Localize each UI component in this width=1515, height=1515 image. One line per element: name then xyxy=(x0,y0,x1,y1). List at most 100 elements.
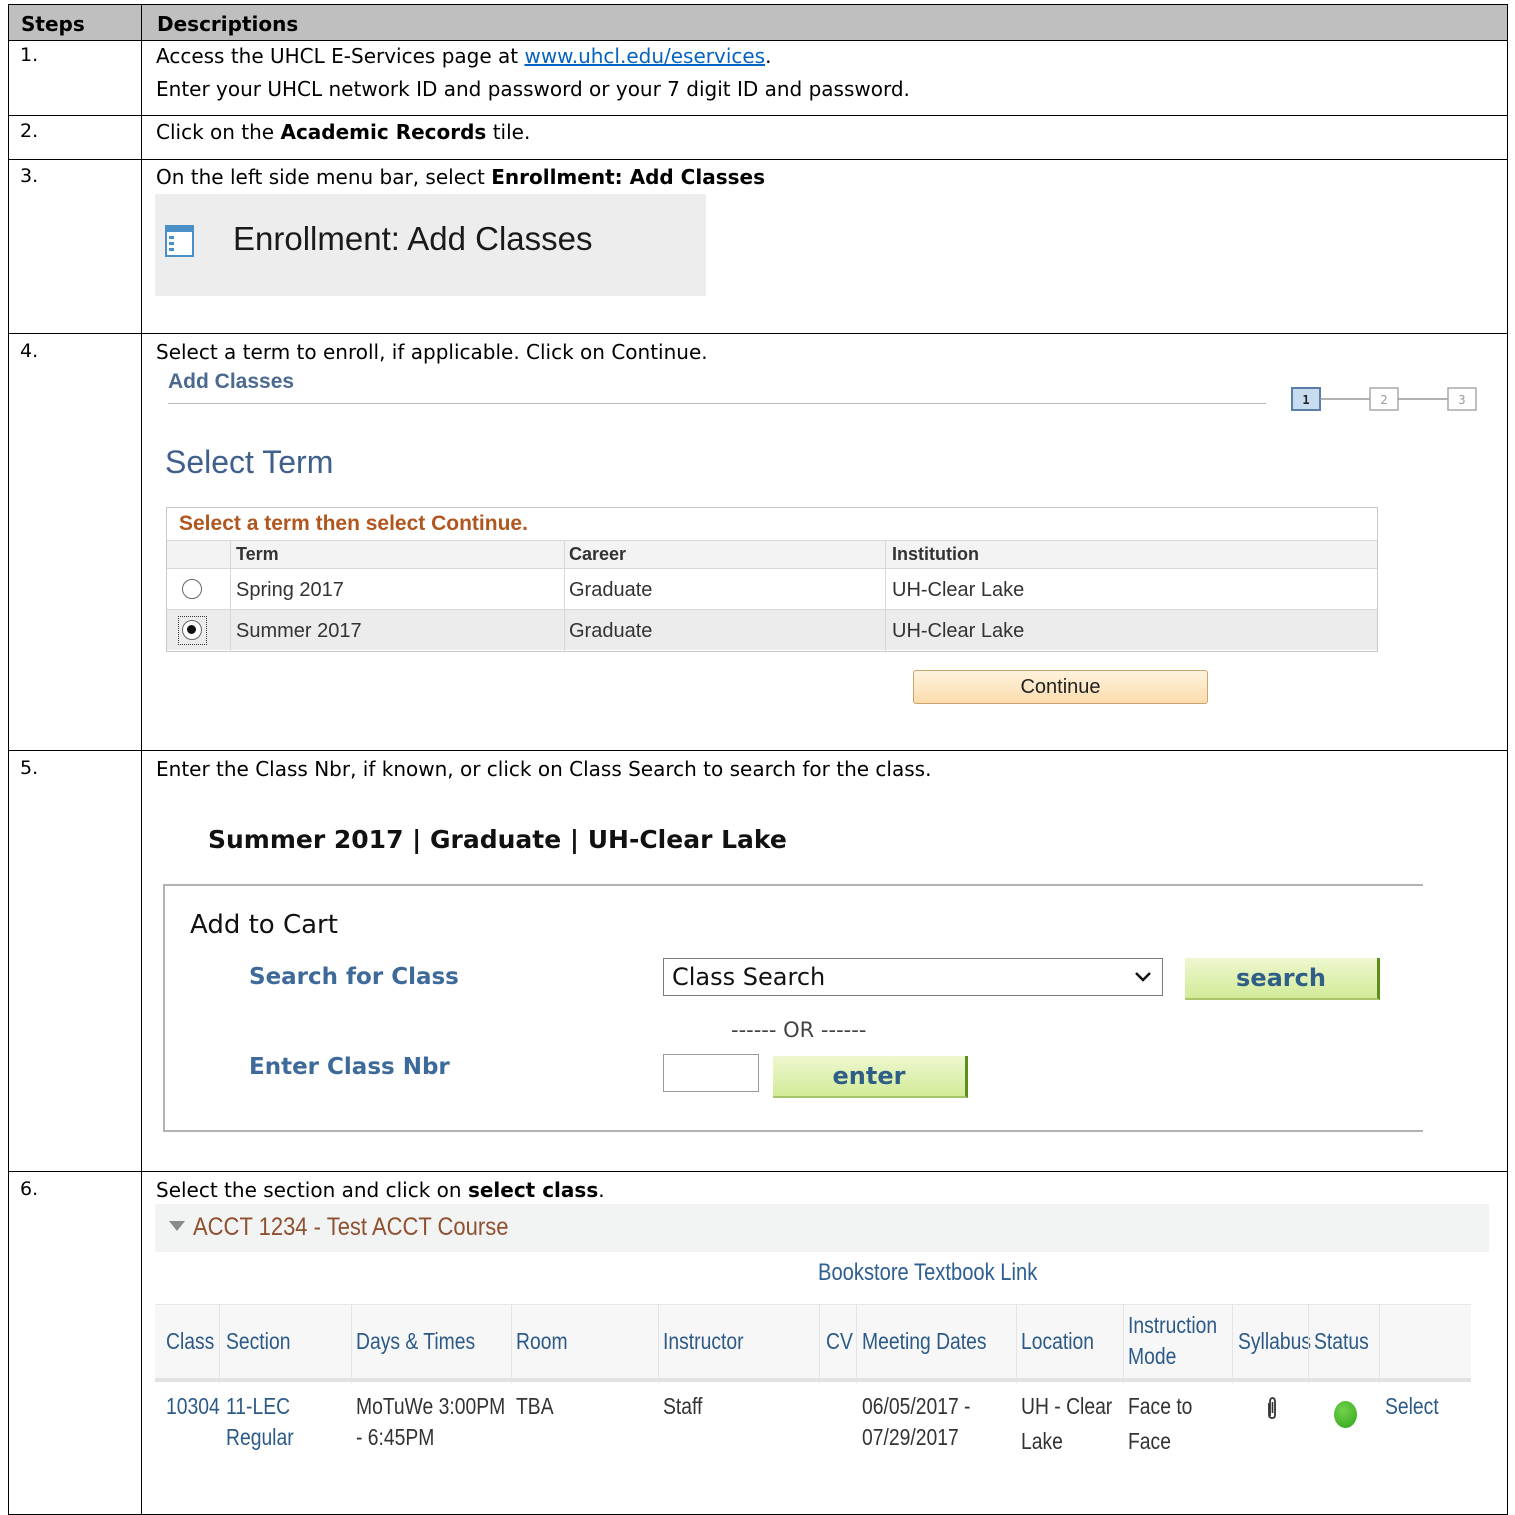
grid-column-header: Term Career Institution xyxy=(167,540,1377,568)
paperclip-icon[interactable] xyxy=(1266,1396,1279,1420)
syllabus-column-header: Syllabus xyxy=(1238,1328,1312,1354)
instructor-value: Staff xyxy=(663,1393,703,1419)
row-divider xyxy=(9,333,1507,334)
term-radio-summer-2017[interactable] xyxy=(182,620,202,640)
column-divider xyxy=(351,1305,352,1383)
room-value: TBA xyxy=(516,1393,554,1419)
step-progress-indicator: 1 2 3 xyxy=(1291,387,1477,411)
instruction-mode-column-header: Mode xyxy=(1128,1343,1177,1369)
term-grid: Select a term then select Continue. Term… xyxy=(166,507,1378,652)
term-radio-spring-2017[interactable] xyxy=(182,579,202,599)
chevron-down-icon xyxy=(1135,972,1151,982)
row-divider xyxy=(9,115,1507,116)
bookstore-textbook-link[interactable]: Bookstore Textbook Link xyxy=(818,1259,1037,1287)
column-divider xyxy=(856,1305,857,1383)
section-column-header: Section xyxy=(226,1328,291,1354)
collapse-triangle-icon[interactable] xyxy=(169,1221,185,1231)
term-summary: Summer 2017 | Graduate | UH-Clear Lake xyxy=(208,825,787,854)
section-link[interactable]: Regular xyxy=(226,1421,294,1453)
step-description: Select a term to enroll, if applicable. … xyxy=(156,340,708,364)
instructor-column-header: Instructor xyxy=(663,1328,744,1354)
column-divider xyxy=(141,5,142,1515)
column-divider xyxy=(819,1305,820,1383)
section-table-header: Class Section Days & Times Room Instruct… xyxy=(155,1304,1471,1383)
column-divider xyxy=(1232,1305,1233,1383)
career-column-header: Career xyxy=(569,544,627,564)
add-to-cart-panel: Add to Cart Search for Class Class Searc… xyxy=(163,884,1423,1132)
enter-button[interactable]: enter xyxy=(773,1056,968,1098)
enrollment-menu-item[interactable]: Enrollment: Add Classes xyxy=(155,194,706,296)
search-for-class-label: Search for Class xyxy=(249,964,459,990)
search-button[interactable]: search xyxy=(1185,958,1380,1000)
meeting-dates-value: 07/29/2017 xyxy=(862,1424,959,1450)
window-menu-icon xyxy=(165,225,194,257)
section-link[interactable]: 11-LEC xyxy=(226,1390,290,1422)
status-column-header: Status xyxy=(1314,1328,1369,1354)
days-times-value: - 6:45PM xyxy=(356,1424,435,1450)
step-description: Click on the Academic Records tile. xyxy=(156,120,531,144)
step-number: 6. xyxy=(20,1178,39,1200)
grid-column-divider xyxy=(564,540,565,652)
column-divider xyxy=(511,1305,512,1383)
meeting-dates-column-header: Meeting Dates xyxy=(862,1328,987,1354)
column-divider xyxy=(1379,1305,1380,1383)
enter-class-nbr-label: Enter Class Nbr xyxy=(249,1054,450,1080)
class-search-select[interactable]: Class Search xyxy=(663,958,1163,996)
grid-column-divider xyxy=(230,540,231,652)
enrollment-menu-label: Enrollment: Add Classes xyxy=(233,220,593,257)
institution-column-header: Institution xyxy=(892,544,979,564)
select-section-link[interactable]: Select xyxy=(1385,1390,1439,1422)
course-header[interactable]: ACCT 1234 - Test ACCT Course xyxy=(155,1204,1489,1252)
column-divider xyxy=(1016,1305,1017,1383)
table-header-row: Steps Descriptions xyxy=(9,5,1507,41)
grid-column-divider xyxy=(885,540,886,652)
column-divider xyxy=(1308,1305,1309,1383)
class-nbr-input[interactable] xyxy=(663,1054,759,1092)
step-indicator-2: 2 xyxy=(1380,393,1387,407)
or-separator: ------ OR ------ xyxy=(731,1018,867,1042)
cv-column-header: CV xyxy=(826,1328,853,1354)
row-divider xyxy=(9,1171,1507,1172)
grid-caption: Select a term then select Continue. xyxy=(179,512,528,535)
page-title: Add Classes xyxy=(168,370,295,393)
location-column-header: Location xyxy=(1021,1328,1095,1354)
column-divider xyxy=(219,1305,220,1383)
step-number: 4. xyxy=(20,340,39,362)
step-number: 3. xyxy=(20,165,39,187)
days-times-column-header: Days & Times xyxy=(356,1328,476,1354)
instruction-mode-column-header: Instruction xyxy=(1128,1312,1218,1338)
row-divider xyxy=(9,750,1507,751)
add-to-cart-title: Add to Cart xyxy=(190,910,338,940)
days-times-value: MoTuWe 3:00PM xyxy=(356,1393,506,1419)
meeting-dates-value: 06/05/2017 - xyxy=(862,1393,971,1419)
continue-button[interactable]: Continue xyxy=(913,670,1208,704)
location-value: UH - Clear xyxy=(1021,1393,1113,1419)
location-value: Lake xyxy=(1021,1428,1063,1454)
course-title: ACCT 1234 - Test ACCT Course xyxy=(193,1213,509,1241)
column-divider xyxy=(658,1305,659,1383)
step-indicator-3: 3 xyxy=(1458,393,1465,407)
step-description: Enter your UHCL network ID and password … xyxy=(156,77,910,101)
table-row[interactable]: Spring 2017 Graduate UH-Clear Lake xyxy=(167,568,1377,609)
table-row[interactable]: Summer 2017 Graduate UH-Clear Lake xyxy=(167,609,1377,650)
title-rule xyxy=(168,403,1266,404)
step-indicator-1: 1 xyxy=(1302,393,1309,407)
class-column-header: Class xyxy=(166,1328,215,1354)
instruction-mode-value: Face xyxy=(1128,1428,1171,1454)
select-term-heading: Select Term xyxy=(165,444,334,480)
column-divider xyxy=(1123,1305,1124,1383)
step-number: 1. xyxy=(20,44,39,66)
step-description: Enter the Class Nbr, if known, or click … xyxy=(156,757,932,781)
steps-header: Steps xyxy=(21,12,85,36)
step-description: Access the UHCL E-Services page at www.u… xyxy=(156,44,772,68)
step-description: Select the section and click on select c… xyxy=(156,1178,605,1202)
descriptions-header: Descriptions xyxy=(157,12,299,36)
class-number-link[interactable]: 10304 xyxy=(166,1390,220,1422)
step-number: 2. xyxy=(20,120,39,142)
step-number: 5. xyxy=(20,757,39,779)
step-description: On the left side menu bar, select Enroll… xyxy=(156,165,765,189)
instruction-mode-value: Face to xyxy=(1128,1393,1193,1419)
term-column-header: Term xyxy=(236,544,279,564)
eservices-link[interactable]: www.uhcl.edu/eservices xyxy=(524,44,765,68)
row-divider xyxy=(9,159,1507,160)
